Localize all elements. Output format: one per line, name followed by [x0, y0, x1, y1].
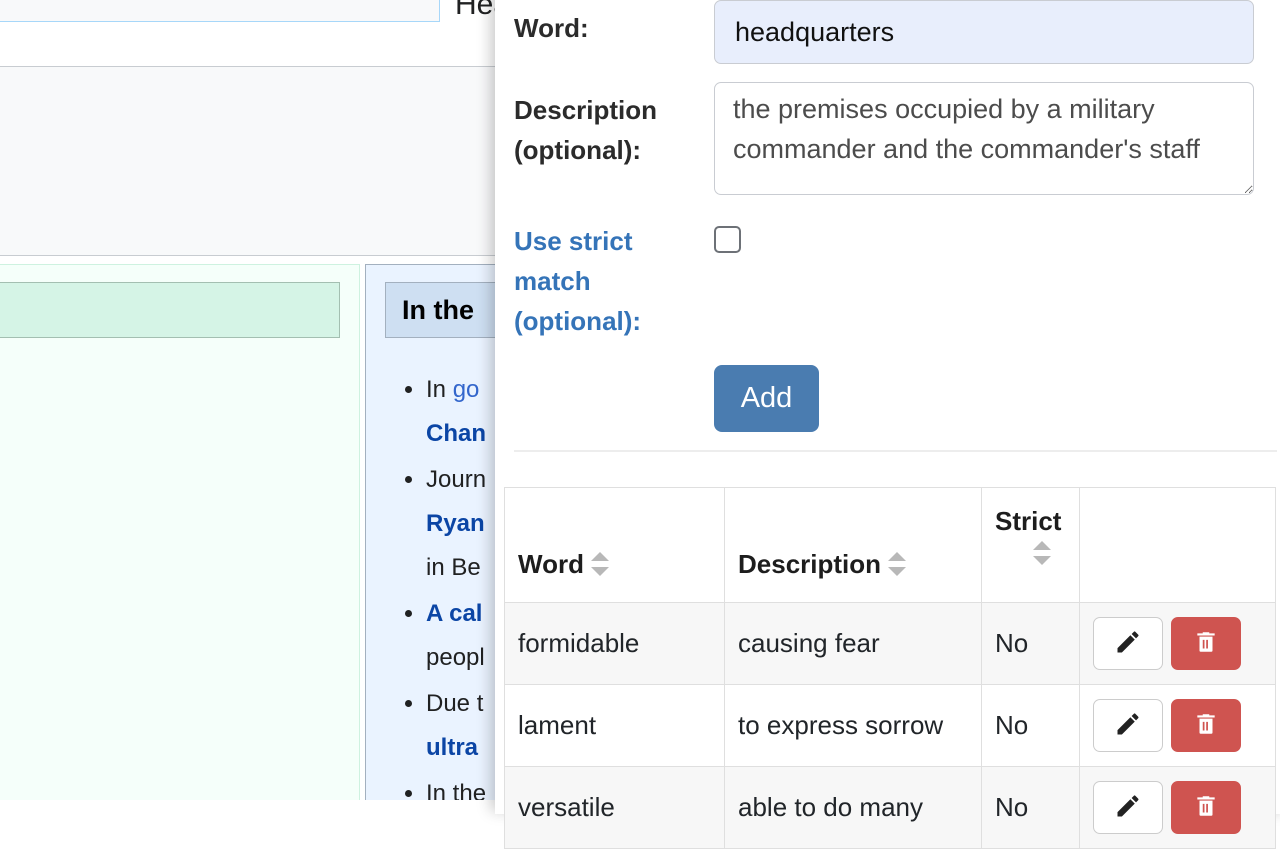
- cell-actions: [1079, 684, 1276, 767]
- cell-description: causing fear: [724, 602, 982, 685]
- sort-arrows-icon[interactable]: [888, 551, 907, 577]
- row-actions: [1093, 617, 1262, 670]
- table-row: formidable causing fear No: [504, 602, 1276, 685]
- wiki-line: ault by the 500th SS: [0, 592, 348, 636]
- add-word-form: Word: Description (optional): the premis…: [514, 0, 1274, 432]
- cell-actions: [1079, 602, 1276, 685]
- edit-button[interactable]: [1093, 699, 1163, 752]
- wiki-line: (pictured) and his: [0, 504, 348, 548]
- wiki-line: ate of Croatia and: [0, 680, 348, 724]
- column-header-description-label: Description: [738, 549, 882, 579]
- pencil-icon: [1114, 710, 1142, 741]
- cell-description: to express sorrow: [724, 684, 982, 767]
- cell-description: able to do many: [724, 766, 982, 849]
- wiki-green-section-text: e and ground assault by the uarters of t…: [0, 372, 348, 800]
- description-textarea[interactable]: the premises occupied by a military comm…: [714, 82, 1254, 195]
- word-field-row: Word:: [514, 0, 1274, 64]
- description-field-control: the premises occupied by a military comm…: [714, 82, 1274, 195]
- delete-button[interactable]: [1171, 617, 1241, 670]
- wiki-news-link-5[interactable]: ultra: [426, 734, 478, 761]
- pencil-icon: [1114, 628, 1142, 659]
- wiki-news-link-4[interactable]: A cal: [426, 600, 482, 627]
- words-table-head: Word Description Strict: [504, 487, 1276, 603]
- table-row: versatile able to do many No: [504, 766, 1276, 849]
- wiki-news-link-3[interactable]: Ryan: [426, 510, 485, 537]
- section-divider: [514, 450, 1277, 452]
- sort-arrows-icon[interactable]: [1033, 540, 1051, 566]
- trash-icon: [1193, 793, 1219, 822]
- description-field-row: Description (optional): the premises occ…: [514, 82, 1274, 195]
- row-actions: [1093, 699, 1262, 752]
- row-actions: [1093, 781, 1262, 834]
- word-input[interactable]: [714, 0, 1254, 64]
- wiki-content-band: [0, 66, 500, 256]
- word-field-control: [714, 0, 1274, 64]
- column-header-strict[interactable]: Strict: [981, 487, 1080, 603]
- submit-row: Add: [514, 365, 1274, 432]
- column-header-strict-label: Strict: [995, 506, 1062, 536]
- cell-strict: No: [981, 684, 1080, 767]
- wiki-line: 1944, the operation was: [0, 460, 348, 504]
- column-header-description[interactable]: Description: [724, 487, 982, 603]
- wiki-search-box: [0, 0, 440, 22]
- delete-button[interactable]: [1171, 781, 1241, 834]
- cell-word: formidable: [504, 602, 725, 685]
- strict-match-checkbox[interactable]: [714, 226, 741, 253]
- trash-icon: [1193, 629, 1219, 658]
- add-button[interactable]: Add: [714, 365, 819, 432]
- wiki-green-section-heading: [0, 282, 340, 338]
- column-header-actions: [1079, 487, 1276, 603]
- sort-arrows-icon[interactable]: [590, 551, 609, 577]
- cell-strict: No: [981, 766, 1080, 849]
- column-header-word[interactable]: Word: [504, 487, 725, 603]
- cell-actions: [1079, 766, 1276, 849]
- cell-word: lament: [504, 684, 725, 767]
- table-header-row: Word Description Strict: [504, 487, 1276, 603]
- edit-button[interactable]: [1093, 617, 1163, 670]
- wiki-news-link-1[interactable]: go: [453, 376, 480, 403]
- word-field-label: Word:: [514, 13, 589, 43]
- strict-match-control: [714, 213, 1274, 253]
- wiki-news-link-2[interactable]: Chan: [426, 420, 486, 447]
- pencil-icon: [1114, 792, 1142, 823]
- delete-button[interactable]: [1171, 699, 1241, 752]
- words-table: Word Description Strict formidable causi…: [504, 487, 1276, 849]
- strict-match-row: Use strict match (optional):: [514, 213, 1274, 341]
- cell-word: versatile: [504, 766, 725, 849]
- wiki-line: Allied military personnel: [0, 724, 348, 768]
- wiki-line: resistance, the failure of: [0, 768, 348, 800]
- words-table-body: formidable causing fear No lament to exp…: [504, 602, 1276, 849]
- table-row: lament to express sorrow No: [504, 684, 1276, 767]
- description-field-label: Description (optional):: [514, 95, 658, 165]
- edit-button[interactable]: [1093, 781, 1163, 834]
- wiki-line: up with ground forces,: [0, 636, 348, 680]
- wiki-line: e and ground assault by the: [0, 372, 348, 416]
- wiki-line: ny Offensive. The: [0, 548, 348, 592]
- word-manager-panel: Word: Description (optional): the premis…: [495, 0, 1280, 849]
- cell-strict: No: [981, 602, 1080, 685]
- strict-match-label: Use strict match (optional):: [514, 226, 642, 336]
- column-header-word-label: Word: [518, 549, 584, 579]
- submit-row-spacer: [514, 365, 714, 432]
- wiki-line: uarters of the Yugoslav: [0, 416, 348, 460]
- trash-icon: [1193, 711, 1219, 740]
